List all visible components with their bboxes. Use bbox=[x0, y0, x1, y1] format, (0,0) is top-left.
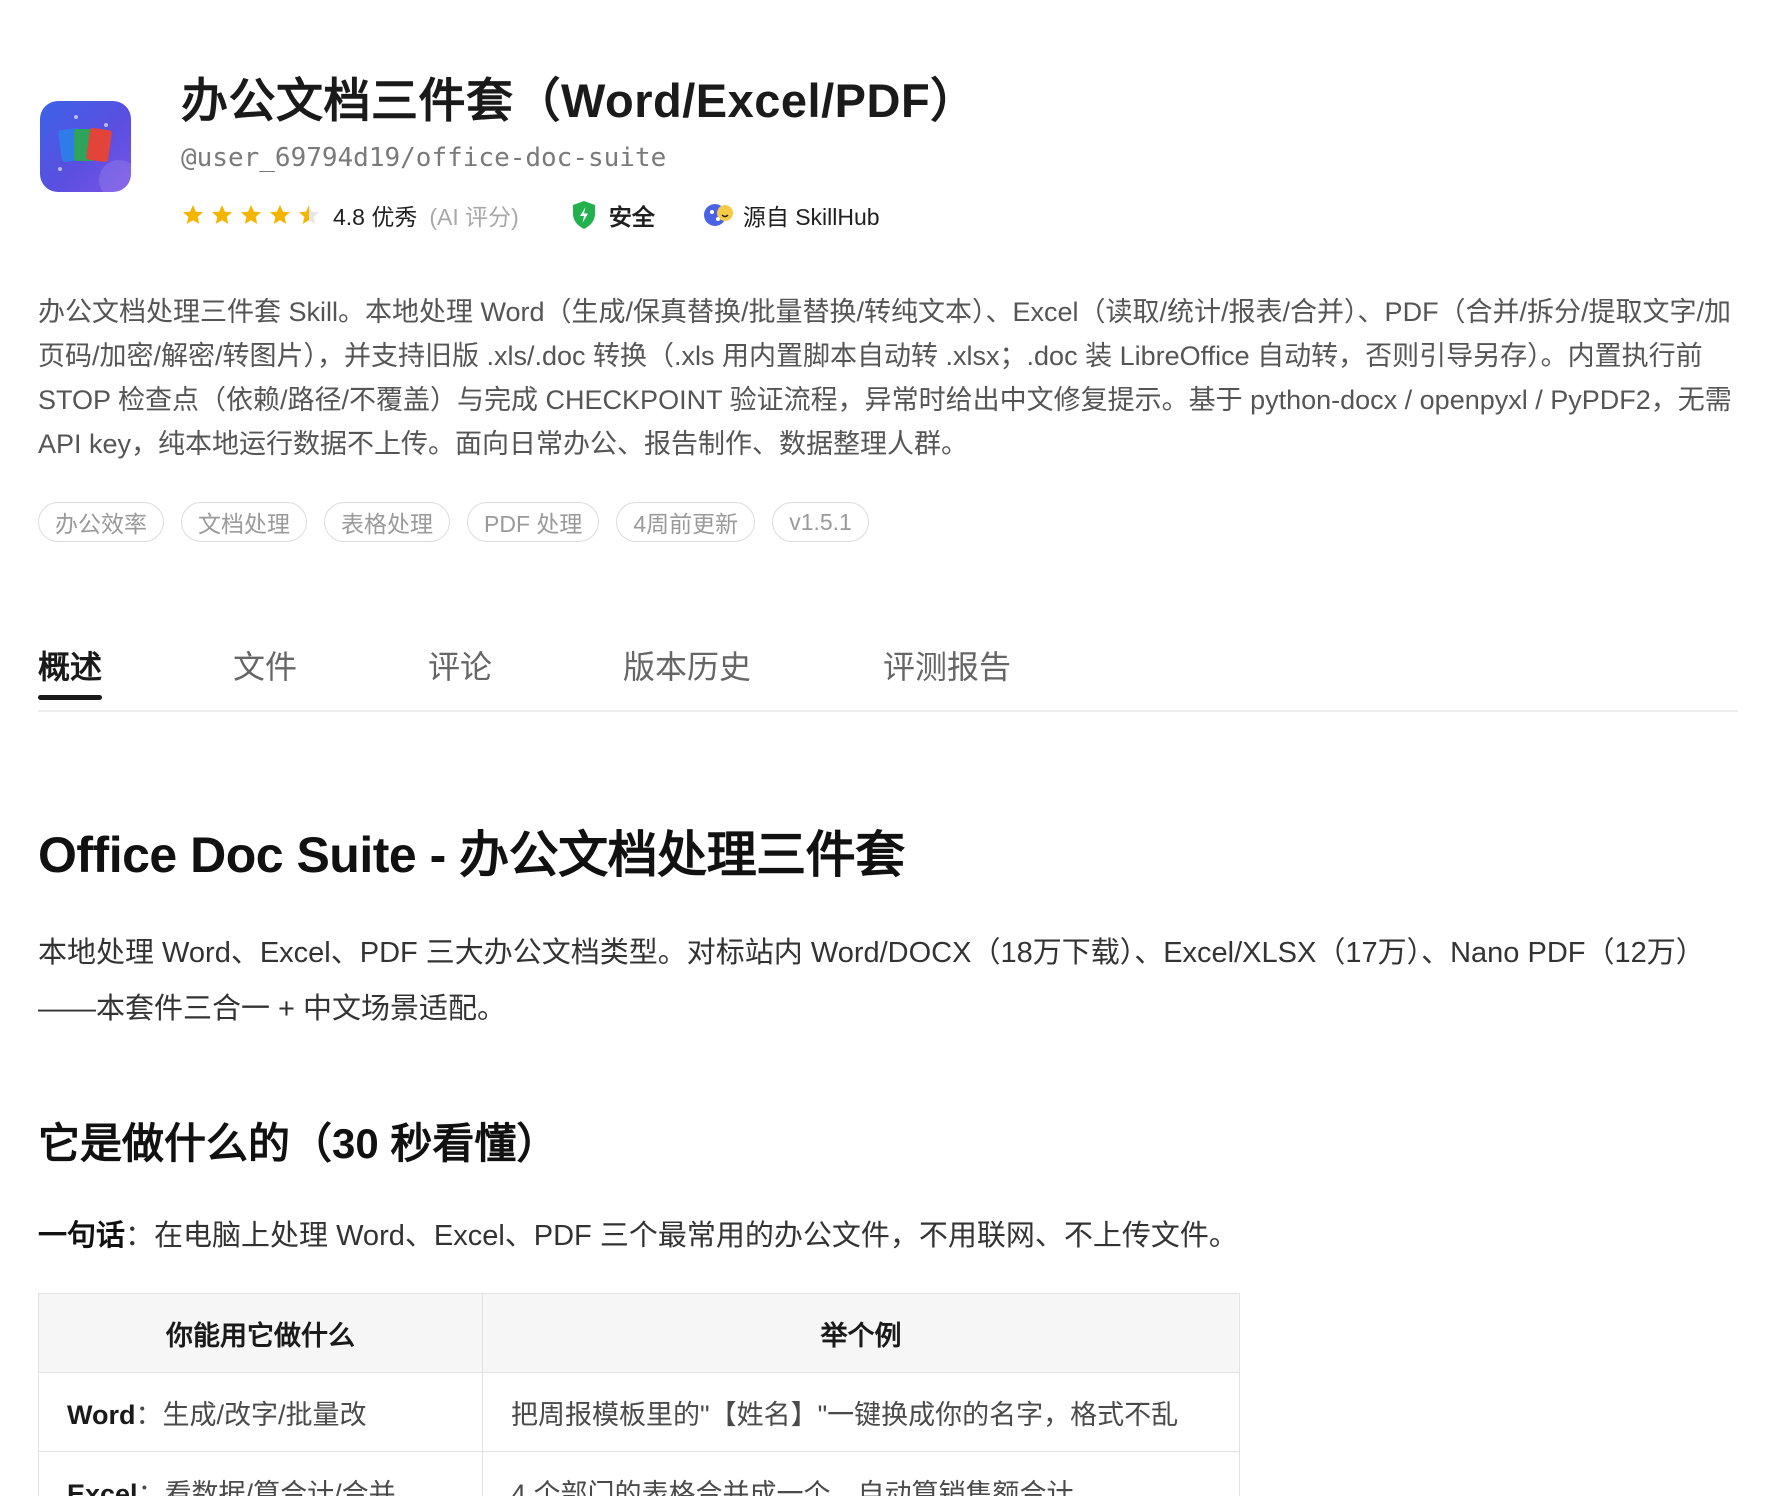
tag-chip[interactable]: PDF 处理 bbox=[467, 502, 600, 542]
feature-table: 你能用它做什么 举个例 Word：生成/改字/批量改 把周报模板里的"【姓名】"… bbox=[38, 1293, 1240, 1496]
shield-icon bbox=[572, 201, 595, 229]
safety-badge[interactable]: 安全 bbox=[571, 198, 655, 232]
tab-label: 概述 bbox=[38, 649, 103, 685]
tab-comments[interactable]: 评论 bbox=[428, 642, 492, 698]
table-cell: Word：生成/改字/批量改 bbox=[38, 1372, 483, 1452]
updated-badge: 4周前更新 bbox=[616, 502, 756, 542]
cell-text: 生成/改字/批量改 bbox=[162, 1399, 367, 1430]
table-cell: Excel：看数据/算合计/合并 bbox=[38, 1451, 483, 1496]
tag-chip[interactable]: 表格处理 bbox=[324, 502, 450, 542]
half-star-icon bbox=[299, 205, 319, 224]
sparkle-dot bbox=[104, 123, 108, 127]
one-line-summary: 一句话：在电脑上处理 Word、Excel、PDF 三个最常用的办公文件，不用联… bbox=[38, 1212, 1238, 1254]
tab-label: 文件 bbox=[233, 649, 298, 685]
table-row: Word：生成/改字/批量改 把周报模板里的"【姓名】"一键换成你的名字，格式不… bbox=[38, 1372, 1240, 1452]
skill-title: 办公文档三件套（Word/Excel/PDF） bbox=[181, 74, 978, 127]
icon-glow bbox=[99, 160, 131, 192]
cell-label: Excel bbox=[67, 1478, 138, 1496]
star-icon bbox=[270, 205, 290, 224]
active-tab-indicator bbox=[38, 695, 102, 700]
safety-label: 安全 bbox=[608, 204, 655, 230]
star-rating bbox=[181, 203, 321, 227]
tab-label: 版本历史 bbox=[623, 649, 752, 685]
meta-row: 4.8 优秀 (AI 评分) 安全 源自 SkillHub bbox=[181, 198, 880, 232]
section-heading: 它是做什么的（30 秒看懂） bbox=[38, 1120, 559, 1167]
tab-version-history[interactable]: 版本历史 bbox=[623, 642, 751, 698]
summary-label: 一句话 bbox=[38, 1220, 126, 1252]
table-cell: 把周报模板里的"【姓名】"一键换成你的名字，格式不乱 bbox=[482, 1372, 1240, 1452]
star-icon bbox=[241, 205, 261, 224]
cell-separator: ： bbox=[137, 1478, 165, 1496]
skill-description: 办公文档处理三件套 Skill。本地处理 Word（生成/保真替换/批量替换/转… bbox=[38, 297, 1732, 459]
cell-separator: ： bbox=[135, 1399, 163, 1430]
intro-paragraph: 本地处理 Word、Excel、PDF 三大办公文档类型。对标站内 Word/D… bbox=[38, 937, 1705, 1025]
source-label: 源自 SkillHub bbox=[742, 204, 880, 230]
content-heading: Office Doc Suite - 办公文档处理三件套 bbox=[38, 827, 905, 883]
table-header: 举个例 bbox=[482, 1293, 1240, 1373]
tab-label: 评论 bbox=[428, 649, 493, 685]
tab-label: 评测报告 bbox=[883, 649, 1012, 685]
version-badge: v1.5.1 bbox=[772, 502, 869, 542]
skillhub-icon bbox=[703, 204, 733, 226]
tab-overview[interactable]: 概述 bbox=[38, 642, 103, 700]
summary-separator: ： bbox=[125, 1220, 155, 1252]
sparkle-dot bbox=[58, 167, 62, 171]
tab-bar: 概述 文件 评论 版本历史 评测报告 bbox=[38, 630, 1738, 712]
table-header-row: 你能用它做什么 举个例 bbox=[38, 1293, 1240, 1373]
tag-chip[interactable]: 办公效率 bbox=[38, 502, 164, 542]
tab-review-report[interactable]: 评测报告 bbox=[883, 642, 1011, 698]
cell-label: Word bbox=[67, 1399, 136, 1430]
rating-score: 4.8 优秀 bbox=[333, 204, 418, 230]
table-header: 你能用它做什么 bbox=[38, 1293, 483, 1373]
app-logo-icon bbox=[40, 101, 131, 192]
pdf-doc-icon bbox=[85, 127, 113, 163]
skill-handle[interactable]: @user_69794d19/office-doc-suite bbox=[181, 143, 666, 173]
tab-files[interactable]: 文件 bbox=[233, 642, 297, 698]
star-icon bbox=[183, 205, 203, 224]
source-badge[interactable]: 源自 SkillHub bbox=[703, 198, 880, 232]
rating-note: (AI 评分) bbox=[429, 204, 519, 230]
cell-text: 看数据/算合计/合并 bbox=[164, 1478, 396, 1496]
sparkle-dot bbox=[74, 115, 78, 119]
tag-list: 办公效率 文档处理 表格处理 PDF 处理 4周前更新 v1.5.1 bbox=[38, 502, 869, 542]
summary-text: 在电脑上处理 Word、Excel、PDF 三个最常用的办公文件，不用联网、不上… bbox=[154, 1220, 1238, 1252]
tag-chip[interactable]: 文档处理 bbox=[181, 502, 307, 542]
table-row: Excel：看数据/算合计/合并 4 个部门的表格合并成一个，自动算销售额合计 bbox=[38, 1451, 1240, 1496]
star-icon bbox=[212, 205, 232, 224]
table-cell: 4 个部门的表格合并成一个，自动算销售额合计 bbox=[482, 1451, 1240, 1496]
